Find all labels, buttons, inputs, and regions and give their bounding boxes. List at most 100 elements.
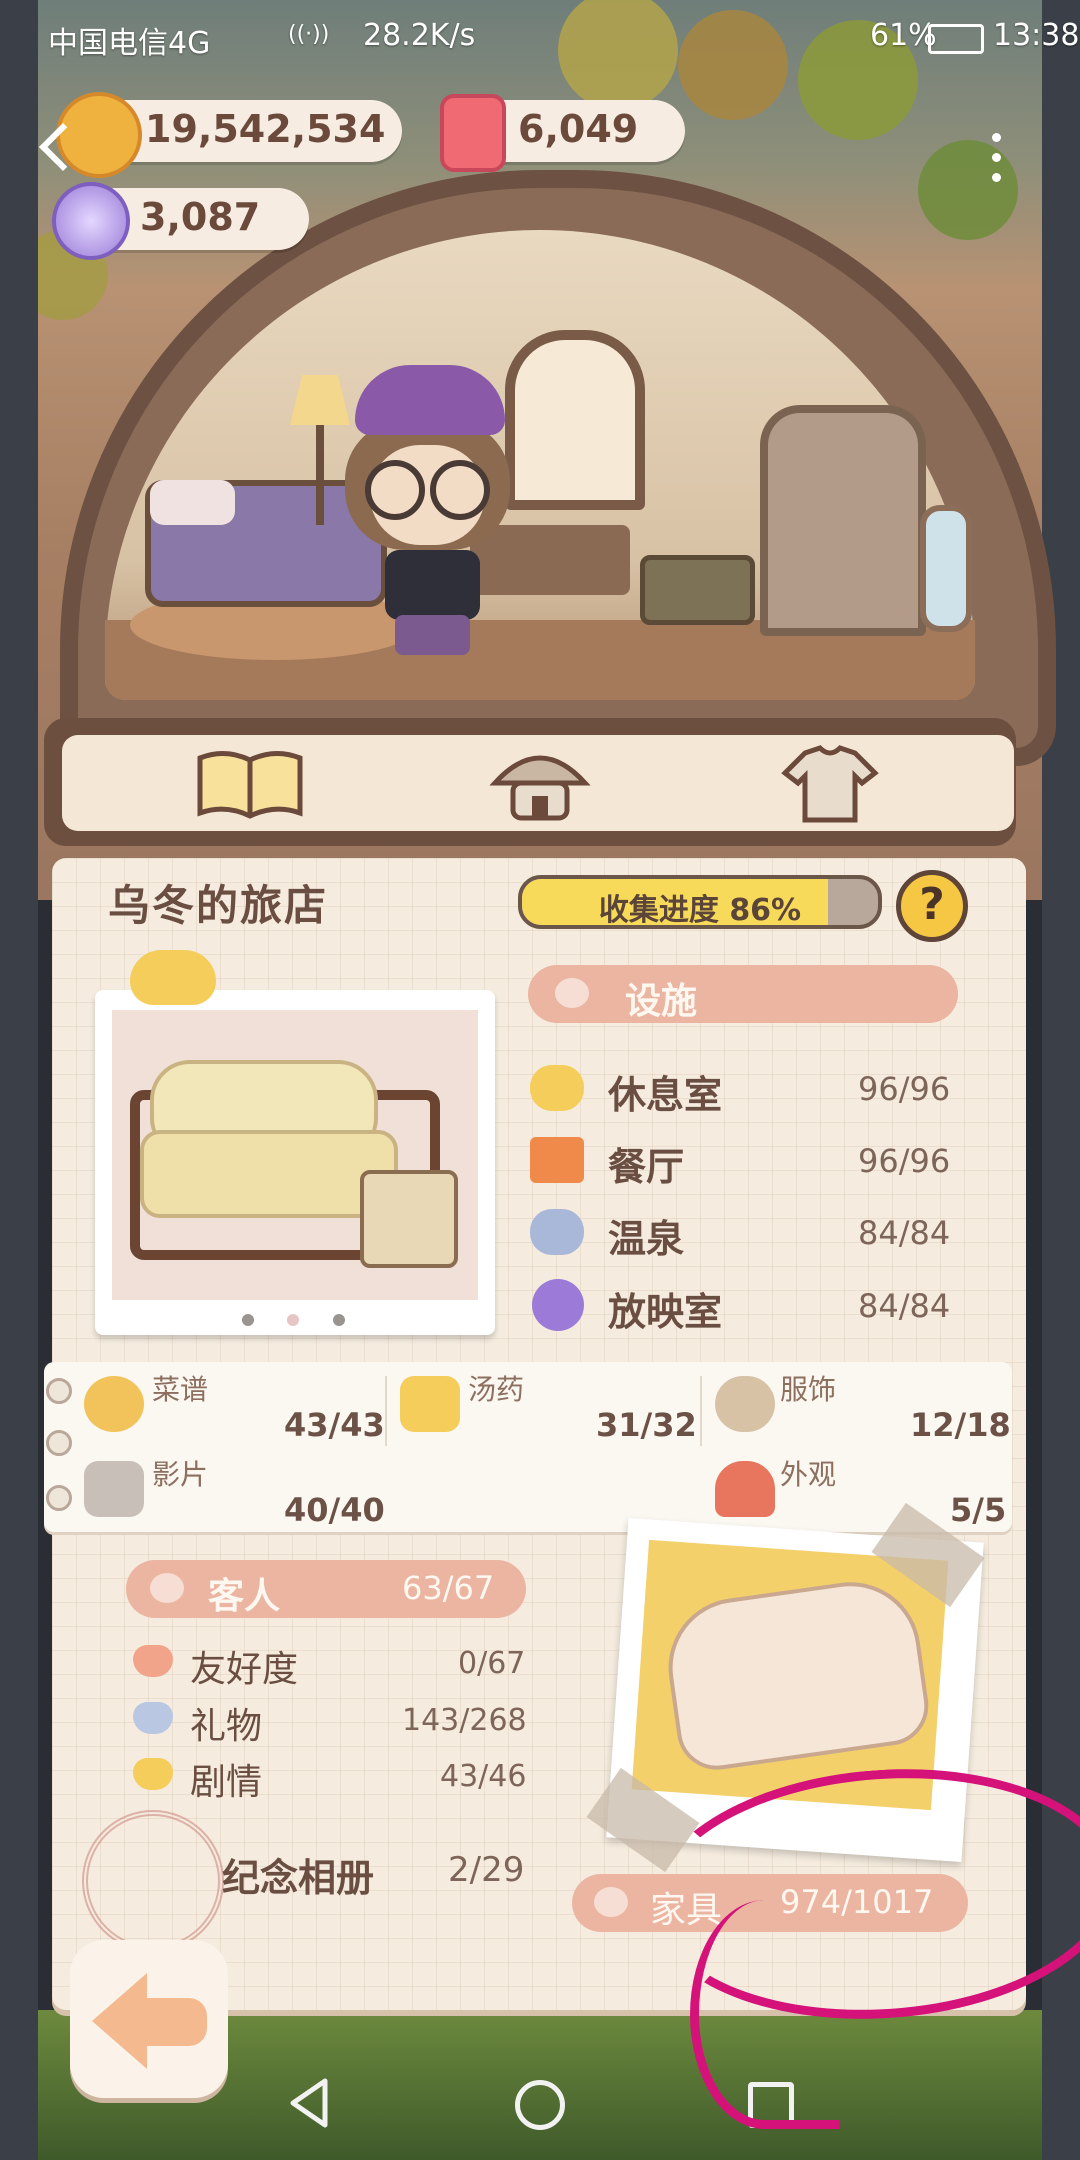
album-value: 2/29 (448, 1850, 525, 1890)
wifi-icon: ((·)) (288, 22, 330, 47)
category-appearance[interactable]: 外观 5/5 (715, 1453, 1007, 1529)
postmark-stamp (82, 1810, 224, 1952)
guests-title: 客人 (208, 1576, 281, 1617)
candle-value: 6,049 (518, 107, 639, 151)
tab-collection-book[interactable] (190, 738, 310, 828)
album-label: 纪念相册 (222, 1856, 375, 1900)
facilities-title: 设施 (625, 981, 698, 1022)
carousel-dot-active[interactable] (287, 1314, 299, 1326)
carousel-dot[interactable] (242, 1314, 254, 1326)
candle-icon (440, 94, 506, 172)
facilities-header (528, 965, 958, 1023)
category-label: 汤药 (468, 1373, 525, 1406)
category-films[interactable]: 影片 40/40 (84, 1453, 385, 1529)
binder-ring (46, 1430, 72, 1456)
potion-jar-icon (400, 1376, 460, 1432)
guest-stat-value: 0/67 (458, 1646, 526, 1681)
paw-icon (150, 1573, 184, 1603)
paw-icon (594, 1887, 628, 1917)
divider (700, 1376, 702, 1446)
cloud-icon (530, 1065, 584, 1111)
arched-window (505, 330, 645, 510)
pillow (150, 480, 235, 525)
facility-label: 休息室 (608, 1073, 723, 1117)
tab-hotel[interactable] (480, 738, 600, 828)
desk (470, 525, 630, 595)
guests-count: 63/67 (402, 1569, 495, 1607)
character-glasses (430, 460, 490, 520)
category-label: 外观 (780, 1458, 837, 1491)
heart-blue-icon (133, 1702, 173, 1734)
facility-value: 84/84 (858, 1214, 951, 1252)
collection-progress-bar: 收集进度 86% (518, 875, 882, 929)
nav-back-icon[interactable] (285, 2075, 335, 2131)
candy-gem-icon (52, 182, 130, 260)
tab-outfit[interactable] (770, 738, 890, 828)
open-book-icon (197, 751, 303, 819)
facility-value: 84/84 (858, 1287, 951, 1325)
clapperboard-icon (84, 1461, 144, 1517)
category-value: 5/5 (950, 1491, 1007, 1529)
hot-spring-icon (530, 1209, 584, 1255)
hotel-icon (489, 755, 591, 821)
lamp-pole (316, 425, 324, 525)
battery-icon (928, 24, 984, 54)
category-label: 服饰 (780, 1373, 837, 1406)
facility-value: 96/96 (858, 1142, 951, 1180)
shirt-icon (781, 745, 879, 823)
help-button[interactable]: ? (896, 870, 968, 942)
wardrobe (760, 405, 926, 636)
heart-yellow-icon (133, 1758, 173, 1790)
category-value: 31/32 (596, 1406, 697, 1444)
guest-stat-value: 43/46 (440, 1759, 527, 1794)
heart-icon (130, 950, 216, 1005)
guest-stat-label: 友好度 (190, 1649, 299, 1690)
category-value: 43/43 (284, 1406, 385, 1444)
standing-mirror (920, 505, 972, 632)
carousel-dot[interactable] (333, 1314, 345, 1326)
category-outfits[interactable]: 服饰 12/18 (715, 1368, 1011, 1444)
side-basket (360, 1170, 458, 1268)
arrow-left-icon (92, 1973, 147, 2069)
binder-ring (46, 1378, 72, 1404)
left-border (0, 0, 38, 2160)
dish-icon (84, 1376, 144, 1432)
treasure-chest (640, 555, 755, 625)
nav-home-icon[interactable] (515, 2080, 565, 2130)
character-hat (355, 365, 505, 435)
category-label: 菜谱 (152, 1373, 209, 1406)
category-potions[interactable]: 汤药 31/32 (400, 1368, 700, 1444)
guest-stat-label: 礼物 (190, 1706, 263, 1747)
utensils-icon (530, 1137, 584, 1183)
annotation-stroke (690, 1900, 839, 2129)
bear-doll-icon (715, 1376, 775, 1432)
character-legs (395, 615, 470, 655)
progress-text: 收集进度 86% (598, 893, 802, 928)
binder-ring (46, 1485, 72, 1511)
network-speed: 28.2K/s (363, 18, 476, 53)
mushroom-house-icon (715, 1461, 775, 1517)
guest-stat-value: 143/268 (402, 1703, 527, 1738)
facility-label: 餐厅 (608, 1145, 685, 1189)
character-body (385, 550, 480, 620)
character-glasses (365, 460, 425, 520)
carrier-text: 中国电信4G (48, 26, 211, 61)
facility-value: 96/96 (858, 1070, 951, 1108)
category-recipes[interactable]: 菜谱 43/43 (84, 1368, 385, 1444)
coin-value: 19,542,534 (145, 107, 386, 151)
film-reel-icon (532, 1279, 584, 1331)
facility-label: 温泉 (608, 1217, 685, 1261)
heart-pink-icon (133, 1645, 173, 1677)
paw-icon (555, 978, 589, 1008)
battery-percent: 61% (870, 18, 937, 53)
category-label: 影片 (152, 1458, 209, 1491)
gem-value: 3,087 (140, 195, 261, 239)
arrow-left-icon-tail (145, 1998, 207, 2046)
more-vertical-icon[interactable] (992, 133, 1002, 193)
category-value: 12/18 (910, 1406, 1011, 1444)
guest-stat-label: 剧情 (190, 1762, 263, 1803)
page-title: 乌冬的旅店 (108, 881, 329, 930)
clock-time: 13:38 (993, 18, 1080, 53)
decor-bubble (918, 140, 1018, 240)
status-bar: 中国电信4G ((·)) 28.2K/s 61% 13:38 (38, 0, 1079, 70)
